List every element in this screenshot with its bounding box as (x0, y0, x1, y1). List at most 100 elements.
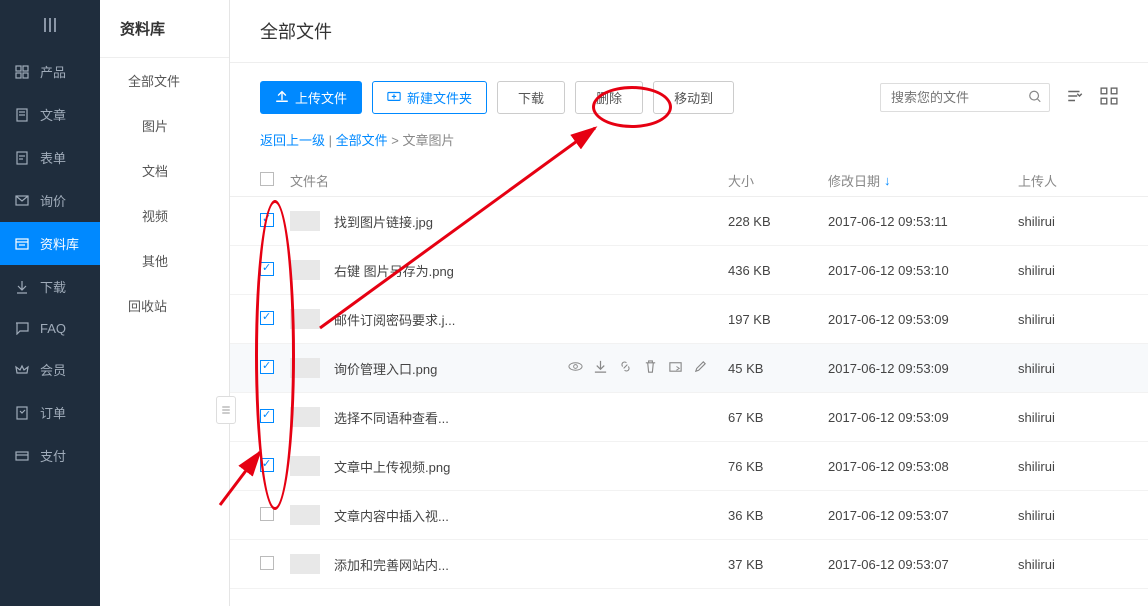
button-label: 新建文件夹 (407, 88, 472, 107)
header-name[interactable]: 文件名 (290, 171, 329, 190)
folder-plus-icon (387, 89, 401, 106)
row-checkbox[interactable] (260, 409, 274, 423)
row-checkbox[interactable] (260, 360, 274, 374)
sort-down-icon: ↓ (884, 173, 891, 188)
file-name: 添加和完善网站内... (334, 555, 449, 574)
nav-item-label: 下载 (40, 277, 66, 296)
upload-button[interactable]: 上传文件 (260, 81, 362, 114)
file-user: shilirui (1018, 263, 1118, 278)
file-user: shilirui (1018, 459, 1118, 474)
file-thumbnail (290, 211, 320, 231)
row-checkbox[interactable] (260, 458, 274, 472)
sub-item-label: 回收站 (128, 296, 167, 315)
grid-icon (14, 64, 30, 80)
nav-item-label: 表单 (40, 148, 66, 167)
sub-item-trash[interactable]: 回收站 (100, 283, 229, 328)
move-icon[interactable] (668, 359, 683, 377)
file-thumbnail (290, 358, 320, 378)
file-date: 2017-06-12 09:53:09 (828, 312, 1018, 327)
content-area: 全部文件 上传文件 新建文件夹 下载 删除 移动到 返回上一级 | 全部文件 >… (230, 0, 1148, 606)
nav-item-doc[interactable]: 文章 (0, 93, 100, 136)
sub-item[interactable]: 视频 (100, 193, 229, 238)
sub-item[interactable]: 其他 (100, 238, 229, 283)
header-size[interactable]: 大小 (728, 174, 754, 189)
sub-item-label: 文档 (142, 161, 168, 180)
row-checkbox[interactable] (260, 262, 274, 276)
table-row[interactable]: 选择不同语种查看...67 KB2017-06-12 09:53:09shili… (230, 393, 1148, 442)
table-row[interactable]: 邮件订阅密码要求.j...197 KB2017-06-12 09:53:09sh… (230, 295, 1148, 344)
chat-icon (14, 320, 30, 336)
file-user: shilirui (1018, 557, 1118, 572)
order-icon (14, 405, 30, 421)
file-name: 询价管理入口.png (334, 359, 437, 378)
sub-sidebar: 资料库 全部文件 图片文档视频其他 回收站 (100, 0, 230, 606)
button-label: 上传文件 (295, 88, 347, 107)
header-user[interactable]: 上传人 (1018, 174, 1057, 189)
file-thumbnail (290, 309, 320, 329)
file-size: 67 KB (728, 410, 828, 425)
file-user: shilirui (1018, 214, 1118, 229)
file-size: 228 KB (728, 214, 828, 229)
upload-icon (275, 89, 289, 106)
breadcrumb-back[interactable]: 返回上一级 (260, 133, 325, 148)
main-sidebar: 产品文章表单询价资料库下载 FAQ会员订单支付 (0, 0, 100, 606)
download-icon[interactable] (593, 359, 608, 377)
sub-item[interactable]: 文档 (100, 148, 229, 193)
file-name: 找到图片链接.jpg (334, 212, 433, 231)
doc-icon (14, 107, 30, 123)
delete-icon[interactable] (643, 359, 658, 377)
delete-button[interactable]: 删除 (575, 81, 643, 114)
sub-item[interactable]: 图片 (100, 103, 229, 148)
nav-item-grid[interactable]: 产品 (0, 50, 100, 93)
sub-item-label: 图片 (142, 116, 168, 135)
row-checkbox[interactable] (260, 556, 274, 570)
table-row[interactable]: 右键 图片另存为.png436 KB2017-06-12 09:53:10shi… (230, 246, 1148, 295)
grid-view-icon[interactable] (1100, 87, 1118, 108)
file-thumbnail (290, 554, 320, 574)
breadcrumb: 返回上一级 | 全部文件 > 文章图片 (230, 124, 1148, 165)
nav-item-label: 资料库 (40, 234, 79, 253)
file-user: shilirui (1018, 508, 1118, 523)
nav-item-library[interactable]: 资料库 (0, 222, 100, 265)
nav-item-inquiry[interactable]: 询价 (0, 179, 100, 222)
page-title: 全部文件 (230, 0, 1148, 63)
link-icon[interactable] (618, 359, 633, 377)
nav-item-form[interactable]: 表单 (0, 136, 100, 179)
edit-icon[interactable] (693, 359, 708, 377)
file-thumbnail (290, 407, 320, 427)
sort-icon[interactable] (1066, 87, 1084, 108)
select-all-checkbox[interactable] (260, 172, 274, 186)
nav-item-pay[interactable]: 支付 (0, 434, 100, 477)
breadcrumb-all[interactable]: 全部文件 (336, 133, 388, 148)
search-icon[interactable] (1028, 89, 1042, 106)
search-input[interactable] (880, 83, 1050, 112)
table-row[interactable]: 文章内容中插入视...36 KB2017-06-12 09:53:07shili… (230, 491, 1148, 540)
sub-item-label: 其他 (142, 251, 168, 270)
move-to-button[interactable]: 移动到 (653, 81, 734, 114)
download-button[interactable]: 下载 (497, 81, 565, 114)
row-checkbox[interactable] (260, 311, 274, 325)
nav-item-chat[interactable]: FAQ (0, 308, 100, 348)
table-row[interactable]: 询价管理入口.png45 KB2017-06-12 09:53:09shilir… (230, 344, 1148, 393)
crown-icon (14, 362, 30, 378)
file-size: 37 KB (728, 557, 828, 572)
preview-icon[interactable] (568, 359, 583, 377)
row-checkbox[interactable] (260, 213, 274, 227)
row-checkbox[interactable] (260, 507, 274, 521)
table-row[interactable]: 添加和完善网站内...37 KB2017-06-12 09:53:07shili… (230, 540, 1148, 589)
toolbar: 上传文件 新建文件夹 下载 删除 移动到 (230, 63, 1148, 124)
nav-item-download[interactable]: 下载 (0, 265, 100, 308)
file-date: 2017-06-12 09:53:09 (828, 410, 1018, 425)
table-row[interactable]: 找到图片链接.jpg228 KB2017-06-12 09:53:11shili… (230, 197, 1148, 246)
sub-item-all-files[interactable]: 全部文件 (100, 58, 229, 103)
file-size: 76 KB (728, 459, 828, 474)
sub-sidebar-title: 资料库 (100, 0, 229, 58)
table-header: 文件名 大小 修改日期 ↓ 上传人 (230, 165, 1148, 197)
nav-item-crown[interactable]: 会员 (0, 348, 100, 391)
nav-item-order[interactable]: 订单 (0, 391, 100, 434)
header-date[interactable]: 修改日期 (828, 171, 880, 190)
new-folder-button[interactable]: 新建文件夹 (372, 81, 487, 114)
collapse-sidebar-tab[interactable] (216, 396, 236, 424)
logo (0, 0, 100, 50)
table-row[interactable]: 文章中上传视频.png76 KB2017-06-12 09:53:08shili… (230, 442, 1148, 491)
